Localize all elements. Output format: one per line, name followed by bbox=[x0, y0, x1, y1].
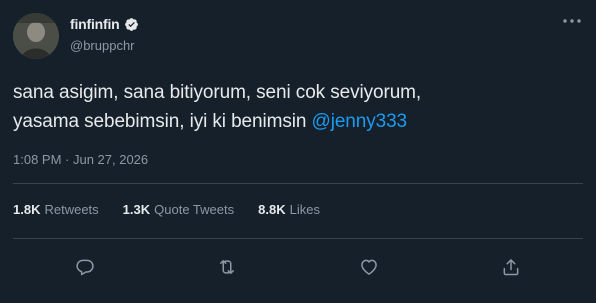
like-icon bbox=[361, 259, 377, 275]
avatar[interactable] bbox=[13, 13, 59, 59]
quote-tweets-stat[interactable]: 1.3K Quote Tweets bbox=[123, 202, 234, 217]
share-icon bbox=[503, 259, 519, 276]
tweet-text-line-1: sana asigim, sana bitiyorum, seni cok se… bbox=[13, 82, 422, 103]
tweet-actions bbox=[0, 252, 596, 282]
avatar-image bbox=[13, 13, 59, 59]
tweet-timestamp[interactable]: 1:08 PM · Jun 27, 2026 bbox=[13, 152, 148, 167]
likes-label: Likes bbox=[289, 202, 320, 217]
mention-link[interactable]: @jenny333 bbox=[312, 111, 408, 132]
likes-count: 8.8K bbox=[258, 202, 286, 217]
divider bbox=[13, 183, 583, 184]
author-handle[interactable]: @bruppchr bbox=[70, 38, 135, 53]
tweet-text-line-2: yasama sebebimsin, iyi ki benimsin @jenn… bbox=[13, 107, 583, 136]
tweet-text: sana asigim, sana bitiyorum, seni cok se… bbox=[13, 78, 583, 136]
divider bbox=[13, 238, 583, 239]
like-button[interactable] bbox=[357, 255, 381, 279]
quote-tweets-label: Quote Tweets bbox=[154, 202, 235, 217]
verified-icon bbox=[124, 17, 138, 31]
retweet-icon bbox=[220, 260, 234, 274]
author-name-row: finfinfin bbox=[70, 16, 139, 32]
share-button[interactable] bbox=[499, 255, 523, 279]
tweet-text-line-2-body: yasama sebebimsin, iyi ki benimsin bbox=[13, 111, 312, 132]
retweet-button[interactable] bbox=[215, 255, 239, 279]
tweet-card: finfinfin @bruppchr sana asigim, sana bi… bbox=[0, 0, 596, 303]
likes-stat[interactable]: 8.8K Likes bbox=[258, 202, 320, 217]
author-display-name[interactable]: finfinfin bbox=[70, 16, 120, 32]
retweets-label: Retweets bbox=[44, 202, 99, 217]
more-icon[interactable] bbox=[561, 14, 583, 28]
quote-tweets-count: 1.3K bbox=[122, 202, 151, 217]
reply-icon bbox=[76, 259, 94, 276]
retweets-stat[interactable]: 1.8K Retweets bbox=[13, 202, 99, 217]
retweets-count: 1.8K bbox=[13, 202, 41, 217]
tweet-stats: 1.8K Retweets 1.3K Quote Tweets 8.8K Lik… bbox=[13, 202, 320, 217]
reply-button[interactable] bbox=[73, 255, 97, 279]
